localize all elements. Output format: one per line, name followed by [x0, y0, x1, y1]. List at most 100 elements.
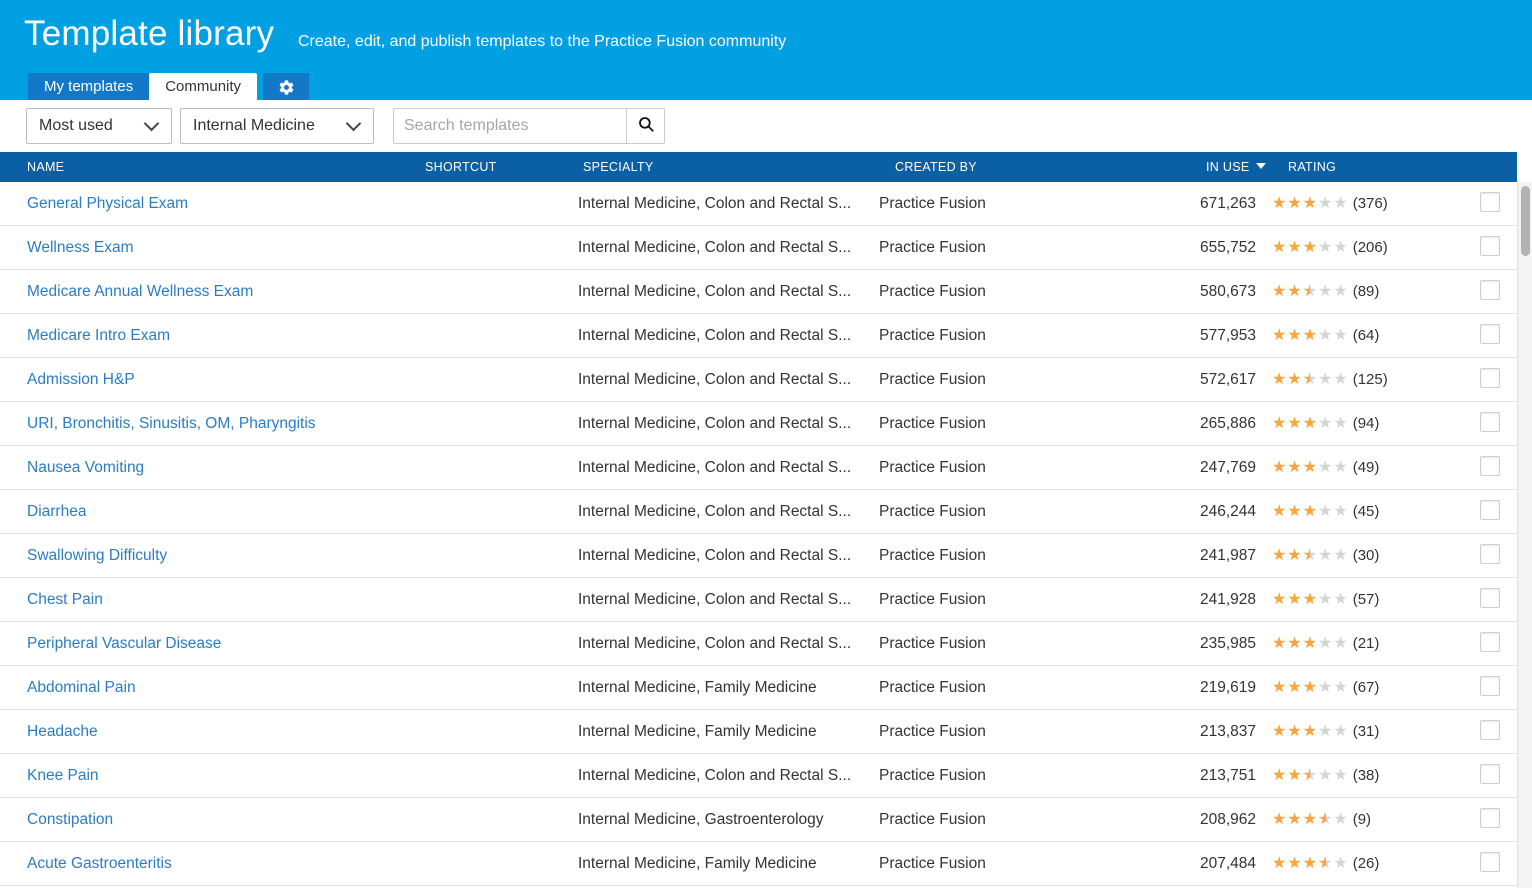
search-box: [393, 108, 665, 144]
table-row[interactable]: Medicare Intro ExamInternal Medicine, Co…: [0, 314, 1517, 358]
template-name-link[interactable]: Medicare Intro Exam: [27, 314, 417, 358]
row-select-checkbox[interactable]: [1480, 544, 1500, 564]
template-in-use-count: 241,928: [1094, 578, 1256, 622]
row-select-checkbox[interactable]: [1480, 588, 1500, 608]
row-select-checkbox[interactable]: [1480, 808, 1500, 828]
template-specialty: Internal Medicine, Colon and Rectal S...: [578, 622, 878, 666]
template-in-use-count: 213,751: [1094, 754, 1256, 798]
vertical-scrollbar[interactable]: [1517, 182, 1532, 888]
template-shortcut: [425, 798, 575, 842]
table-row[interactable]: Knee PainInternal Medicine, Colon and Re…: [0, 754, 1517, 798]
row-select-checkbox[interactable]: [1480, 456, 1500, 476]
column-header-in-use[interactable]: IN USE: [1206, 152, 1266, 182]
template-in-use-count: 265,886: [1094, 402, 1256, 446]
table-row[interactable]: Abdominal PainInternal Medicine, Family …: [0, 666, 1517, 710]
row-select-checkbox[interactable]: [1480, 280, 1500, 300]
row-select-checkbox[interactable]: [1480, 764, 1500, 784]
template-name-link[interactable]: Medicare Annual Wellness Exam: [27, 270, 417, 314]
specialty-select[interactable]: Internal Medicine: [180, 108, 374, 144]
template-in-use-count: 213,837: [1094, 710, 1256, 754]
template-name-link[interactable]: Nausea Vomiting: [27, 446, 417, 490]
row-select-checkbox[interactable]: [1480, 412, 1500, 432]
rating-count: (57): [1353, 578, 1380, 622]
template-rating: ★★★★★★★★★★(89): [1272, 270, 1472, 314]
column-header-specialty[interactable]: SPECIALTY: [583, 152, 654, 182]
template-name-link[interactable]: Diarrhea: [27, 490, 417, 534]
page-title: Template library: [24, 14, 274, 54]
row-select-checkbox[interactable]: [1480, 500, 1500, 520]
star-rating-icon: ★★★★★★★★★★: [1272, 327, 1349, 345]
template-shortcut: [425, 534, 575, 578]
template-name-link[interactable]: Abdominal Pain: [27, 666, 417, 710]
tab-my-templates[interactable]: My templates: [28, 73, 149, 101]
column-header-shortcut[interactable]: SHORTCUT: [425, 152, 497, 182]
table-row[interactable]: General Physical ExamInternal Medicine, …: [0, 182, 1517, 226]
column-header-created-by[interactable]: CREATED BY: [895, 152, 977, 182]
template-specialty: Internal Medicine, Colon and Rectal S...: [578, 446, 878, 490]
template-name-link[interactable]: Acute Gastroenteritis: [27, 842, 417, 886]
template-name-link[interactable]: Wellness Exam: [27, 226, 417, 270]
template-shortcut: [425, 842, 575, 886]
template-name-link[interactable]: Chest Pain: [27, 578, 417, 622]
table-row[interactable]: Chest PainInternal Medicine, Colon and R…: [0, 578, 1517, 622]
table-row[interactable]: Acute GastroenteritisInternal Medicine, …: [0, 842, 1517, 886]
table-row[interactable]: Swallowing DifficultyInternal Medicine, …: [0, 534, 1517, 578]
column-header-name[interactable]: NAME: [27, 152, 64, 182]
template-name-link[interactable]: URI, Bronchitis, Sinusitis, OM, Pharyngi…: [27, 402, 417, 446]
row-select-checkbox[interactable]: [1480, 676, 1500, 696]
template-name-link[interactable]: Constipation: [27, 798, 417, 842]
template-name-link[interactable]: Headache: [27, 710, 417, 754]
column-header-in-use-label: IN USE: [1206, 160, 1249, 174]
template-name-link[interactable]: Knee Pain: [27, 754, 417, 798]
template-rating: ★★★★★★★★★★(26): [1272, 842, 1472, 886]
template-specialty: Internal Medicine, Colon and Rectal S...: [578, 358, 878, 402]
star-rating-icon: ★★★★★★★★★★: [1272, 415, 1349, 433]
template-rating: ★★★★★★★★★★(21): [1272, 622, 1472, 666]
table-row[interactable]: URI, Bronchitis, Sinusitis, OM, Pharyngi…: [0, 402, 1517, 446]
template-name-link[interactable]: Peripheral Vascular Disease: [27, 622, 417, 666]
row-select-checkbox-wrap: [1480, 280, 1500, 300]
table-row[interactable]: ConstipationInternal Medicine, Gastroent…: [0, 798, 1517, 842]
template-rating: ★★★★★★★★★★(94): [1272, 402, 1472, 446]
search-input[interactable]: [394, 109, 626, 143]
template-name-link[interactable]: General Physical Exam: [27, 182, 417, 226]
row-select-checkbox[interactable]: [1480, 368, 1500, 388]
rating-count: (21): [1353, 622, 1380, 666]
tab-community[interactable]: Community: [149, 73, 257, 101]
row-select-checkbox[interactable]: [1480, 720, 1500, 740]
row-select-checkbox[interactable]: [1480, 324, 1500, 344]
template-in-use-count: 235,985: [1094, 622, 1256, 666]
star-rating-icon: ★★★★★★★★★★: [1272, 767, 1349, 785]
template-rating: ★★★★★★★★★★(206): [1272, 226, 1472, 270]
row-select-checkbox[interactable]: [1480, 192, 1500, 212]
rating-count: (94): [1353, 402, 1380, 446]
row-select-checkbox[interactable]: [1480, 236, 1500, 256]
column-header-rating: RATING: [1288, 152, 1336, 182]
table-row[interactable]: HeadacheInternal Medicine, Family Medici…: [0, 710, 1517, 754]
scrollbar-thumb[interactable]: [1521, 186, 1530, 256]
table-row[interactable]: Nausea Vomiting Internal Medicine, Colon …: [0, 446, 1517, 490]
template-rating: ★★★★★★★★★★(49): [1272, 446, 1472, 490]
sort-select[interactable]: Most used: [26, 108, 172, 144]
row-select-checkbox-wrap: [1480, 852, 1500, 872]
table-row[interactable]: Peripheral Vascular Disease Internal Medi…: [0, 622, 1517, 666]
template-name-link[interactable]: Swallowing Difficulty: [27, 534, 417, 578]
table-row[interactable]: DiarrheaInternal Medicine, Colon and Rec…: [0, 490, 1517, 534]
table-row[interactable]: Admission H&P Internal Medicine, Colon an…: [0, 358, 1517, 402]
chevron-down-icon: [348, 118, 361, 131]
table-row[interactable]: Wellness ExamInternal Medicine, Colon an…: [0, 226, 1517, 270]
star-rating-icon: ★★★★★★★★★★: [1272, 811, 1349, 829]
search-button[interactable]: [626, 109, 664, 143]
row-select-checkbox[interactable]: [1480, 632, 1500, 652]
template-shortcut: [425, 710, 575, 754]
row-select-checkbox-wrap: [1480, 720, 1500, 740]
template-in-use-count: 655,752: [1094, 226, 1256, 270]
template-shortcut: [425, 358, 575, 402]
template-name-link[interactable]: Admission H&P: [27, 358, 417, 402]
settings-button[interactable]: [263, 73, 309, 101]
tab-bar: My templates Community: [28, 73, 309, 101]
row-select-checkbox[interactable]: [1480, 852, 1500, 872]
table-row[interactable]: Medicare Annual Wellness ExamInternal Me…: [0, 270, 1517, 314]
template-rating: ★★★★★★★★★★(45): [1272, 490, 1472, 534]
row-select-checkbox-wrap: [1480, 192, 1500, 212]
